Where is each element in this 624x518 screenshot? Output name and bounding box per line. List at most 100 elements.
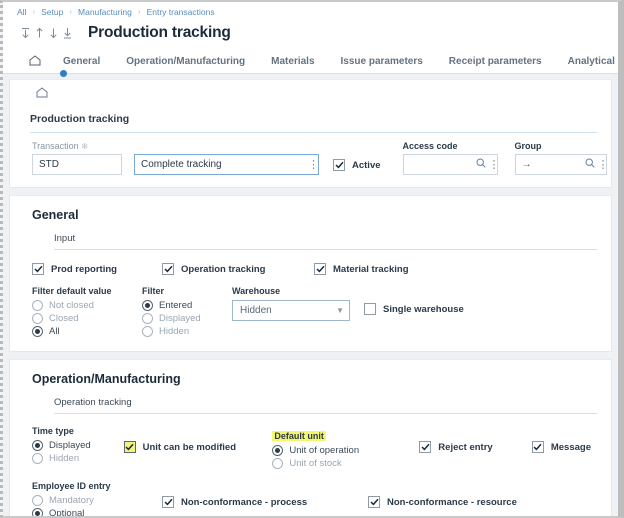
warehouse-label: Warehouse — [232, 286, 350, 296]
reject-entry-label: Reject entry — [438, 442, 492, 453]
previous-record-icon[interactable] — [35, 27, 44, 39]
radio-icon[interactable] — [32, 300, 43, 311]
default-unit-group: Default unit Unit of operation Unit of s… — [272, 426, 419, 471]
tab-operation-manufacturing[interactable]: Operation/Manufacturing — [126, 56, 245, 73]
breadcrumb-separator: › — [69, 7, 72, 16]
employee-id-entry-label: Employee ID entry — [32, 481, 162, 491]
access-code-label: Access code — [403, 141, 498, 151]
radio-time-displayed[interactable]: Displayed — [32, 440, 124, 451]
general-subheading: Input — [54, 224, 597, 250]
home-icon — [29, 55, 41, 66]
tab-receipt-parameters[interactable]: Receipt parameters — [449, 56, 542, 73]
warehouse-select[interactable]: Hidden ▼ — [232, 300, 350, 321]
operation-subheading: Operation tracking — [54, 388, 597, 414]
field-menu-icon[interactable]: ⋮ — [308, 161, 312, 169]
filter-default-value-group: Filter default value Not closed Closed A… — [32, 286, 142, 339]
general-card: General Input Prod reporting Operation t… — [9, 195, 612, 352]
unit-can-be-modified-label: Unit can be modified — [143, 442, 236, 453]
radio-icon[interactable] — [32, 495, 43, 506]
operation-tracking-label: Operation tracking — [181, 264, 265, 275]
radio-icon[interactable] — [32, 313, 43, 324]
tab-issue-parameters[interactable]: Issue parameters — [341, 56, 423, 73]
home-icon — [36, 85, 48, 102]
message-checkbox[interactable] — [532, 441, 544, 453]
last-record-icon[interactable] — [63, 27, 72, 39]
radio-displayed[interactable]: Displayed — [142, 313, 232, 324]
field-menu-icon[interactable]: ⋮ — [598, 161, 602, 169]
operation-section-title: Operation/Manufacturing — [10, 360, 611, 388]
field-menu-icon[interactable]: ⋮ — [489, 161, 493, 169]
active-checkbox[interactable] — [333, 159, 345, 171]
group-label: Group — [515, 141, 607, 151]
radio-icon[interactable] — [32, 508, 43, 516]
required-marker: ✻ — [81, 142, 88, 151]
page-scroll-area[interactable]: All › Setup › Manufacturing › Entry tran… — [3, 2, 618, 516]
single-warehouse-label: Single warehouse — [383, 304, 464, 315]
search-icon[interactable] — [476, 158, 486, 171]
radio-all[interactable]: All — [32, 326, 142, 337]
radio-optional[interactable]: Optional — [32, 508, 162, 516]
transaction-description-input[interactable]: Complete tracking ⋮ — [134, 154, 319, 175]
radio-hidden[interactable]: Hidden — [142, 326, 232, 337]
radio-icon[interactable] — [32, 440, 43, 451]
first-record-icon[interactable] — [21, 27, 30, 39]
unit-can-be-modified-checkbox[interactable] — [124, 441, 136, 453]
radio-time-hidden[interactable]: Hidden — [32, 453, 124, 464]
radio-entered[interactable]: Entered — [142, 300, 232, 311]
general-section-title: General — [10, 196, 611, 224]
group-input[interactable]: → ⋮ — [515, 154, 607, 175]
transaction-label: Transaction ✻ — [32, 141, 122, 151]
breadcrumb-item-all[interactable]: All — [17, 7, 26, 17]
breadcrumb-item-manufacturing[interactable]: Manufacturing — [78, 7, 132, 17]
transaction-card: Production tracking Transaction ✻ STD Co… — [9, 79, 612, 188]
tab-materials[interactable]: Materials — [271, 56, 314, 73]
breadcrumb-separator: › — [32, 7, 35, 16]
radio-icon[interactable] — [142, 313, 153, 324]
radio-unit-of-operation[interactable]: Unit of operation — [272, 445, 419, 456]
chevron-down-icon[interactable]: ▼ — [336, 306, 344, 315]
next-record-icon[interactable] — [49, 27, 58, 39]
radio-icon[interactable] — [272, 445, 283, 456]
radio-unit-of-stock[interactable]: Unit of stock — [272, 458, 419, 469]
radio-icon[interactable] — [32, 326, 43, 337]
radio-not-closed[interactable]: Not closed — [32, 300, 142, 311]
transaction-card-heading: Production tracking — [10, 103, 611, 132]
radio-icon[interactable] — [142, 326, 153, 337]
default-unit-label: Default unit — [272, 431, 326, 441]
search-icon[interactable] — [585, 158, 595, 171]
message-label: Message — [551, 442, 591, 453]
access-code-input[interactable]: ⋮ — [403, 154, 498, 175]
reject-entry-checkbox[interactable] — [419, 441, 431, 453]
single-warehouse-checkbox[interactable] — [364, 303, 376, 315]
radio-icon[interactable] — [272, 458, 283, 469]
page-header: Production tracking — [3, 20, 618, 48]
breadcrumb-item-entry-transactions[interactable]: Entry transactions — [147, 7, 215, 17]
operation-tracking-checkbox[interactable] — [162, 263, 174, 275]
transaction-code-input[interactable]: STD — [32, 154, 122, 175]
tab-general[interactable]: General — [63, 56, 100, 73]
tab-analytical[interactable]: Analytical — [568, 56, 615, 73]
time-type-label: Time type — [32, 426, 124, 436]
non-conformance-resource-label: Non-conformance - resource — [387, 497, 517, 508]
breadcrumb-item-setup[interactable]: Setup — [41, 7, 63, 17]
filter-label: Filter — [142, 286, 232, 296]
non-conformance-process-label: Non-conformance - process — [181, 497, 307, 508]
tab-home[interactable] — [29, 55, 41, 73]
breadcrumb: All › Setup › Manufacturing › Entry tran… — [3, 2, 618, 20]
material-tracking-checkbox[interactable] — [314, 263, 326, 275]
employee-id-entry-group: Employee ID entry Mandatory Optional Pro… — [32, 481, 162, 516]
radio-icon[interactable] — [142, 300, 153, 311]
material-tracking-label: Material tracking — [333, 264, 409, 275]
section-home-icon-wrap — [10, 80, 611, 103]
record-navigation — [21, 27, 72, 39]
operation-manufacturing-card: Operation/Manufacturing Operation tracki… — [9, 359, 612, 516]
radio-mandatory[interactable]: Mandatory — [32, 495, 162, 506]
radio-closed[interactable]: Closed — [32, 313, 142, 324]
radio-icon[interactable] — [32, 453, 43, 464]
page-title: Production tracking — [88, 24, 231, 42]
prod-reporting-checkbox[interactable] — [32, 263, 44, 275]
filter-group: Filter Entered Displayed Hidden — [142, 286, 232, 339]
non-conformance-resource-checkbox[interactable] — [368, 496, 380, 508]
warehouse-group: Warehouse Hidden ▼ — [232, 286, 350, 321]
non-conformance-process-checkbox[interactable] — [162, 496, 174, 508]
